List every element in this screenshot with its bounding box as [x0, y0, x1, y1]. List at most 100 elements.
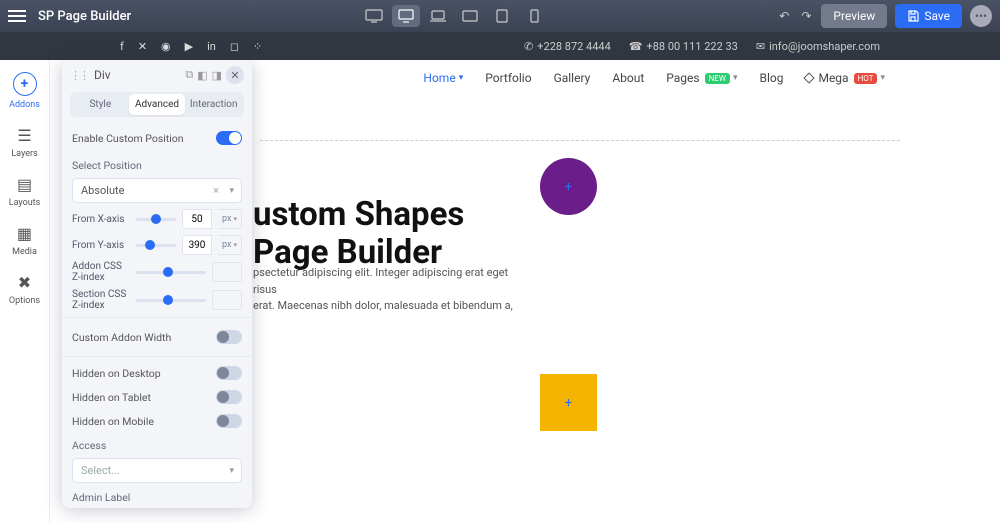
custom-width-toggle[interactable] — [216, 330, 242, 344]
clear-icon[interactable]: × — [213, 184, 219, 197]
section-z-input[interactable] — [212, 290, 242, 310]
device-laptop-icon[interactable] — [424, 5, 452, 27]
layers-icon: ☰ — [17, 126, 31, 145]
facebook-icon[interactable]: f — [120, 40, 124, 53]
section-z-row: Section CSS Z-index — [72, 289, 242, 311]
phone-icon: ✆ — [524, 40, 533, 53]
canvas-heading[interactable]: ustom Shapes Page Builder — [253, 196, 464, 272]
chevron-down-icon: ▾ — [229, 466, 234, 476]
hidden-tablet-toggle[interactable] — [216, 390, 242, 404]
canvas-paragraph[interactable]: psectetur adipiscing elit. Integer adipi… — [253, 265, 513, 315]
dock-left-icon[interactable]: ◧ — [197, 69, 207, 82]
top-bar: SP Page Builder ↶ ↷ Preview Save ••• — [0, 0, 1000, 32]
save-label: Save — [924, 9, 950, 23]
settings-panel: ⋮⋮ Div ⧉ ◧ ◨ ✕ Style Advanced Interactio… — [62, 60, 252, 508]
access-dropdown[interactable]: Select... ▾ — [72, 458, 242, 483]
tab-advanced[interactable]: Advanced — [129, 94, 186, 115]
addon-z-input[interactable] — [212, 262, 242, 282]
phone-1: ✆+228 872 4444 — [524, 40, 611, 53]
panel-title: Div — [94, 68, 185, 82]
addon-z-slider[interactable] — [136, 271, 206, 274]
tab-style[interactable]: Style — [72, 94, 129, 115]
from-x-row: From X-axis px — [72, 209, 242, 229]
plus-circle-icon: + — [13, 72, 37, 96]
nav-pages[interactable]: PagesNEW▾ — [666, 71, 737, 85]
media-icon: ▦ — [17, 224, 32, 243]
twitter-icon[interactable]: ✕ — [138, 40, 147, 53]
device-mobile-icon[interactable] — [520, 5, 548, 27]
chevron-down-icon: ▾ — [229, 186, 234, 196]
menu-icon[interactable] — [8, 10, 26, 22]
nav-blog[interactable]: Blog — [759, 71, 783, 85]
from-y-input[interactable] — [182, 235, 212, 255]
select-position-dropdown[interactable]: Absolute × ▾ — [72, 178, 242, 203]
app-title: SP Page Builder — [38, 9, 131, 24]
email: ✉info@joomshaper.com — [756, 40, 880, 53]
flickr-icon[interactable]: ⁘ — [253, 40, 262, 53]
rail-addons[interactable]: +Addons — [9, 72, 40, 110]
youtube-icon[interactable]: ▶ — [185, 40, 193, 53]
drag-handle-icon[interactable]: ⋮⋮ — [70, 69, 88, 82]
phone-2: ☎+88 00 111 222 33 — [629, 40, 738, 53]
section-z-slider[interactable] — [136, 299, 206, 302]
square-shape-addon[interactable]: + — [540, 374, 597, 431]
from-y-row: From Y-axis px — [72, 235, 242, 255]
info-bar: f ✕ ◉ ▶ in ◻ ⁘ ✆+228 872 4444 ☎+88 00 11… — [0, 32, 1000, 60]
panel-tabs: Style Advanced Interaction — [70, 92, 244, 117]
left-rail: +Addons ☰Layers ▤Layouts ▦Media ✖Options — [0, 60, 50, 523]
instagram-icon[interactable]: ◻ — [230, 40, 239, 53]
user-menu-button[interactable]: ••• — [970, 5, 992, 27]
tab-interaction[interactable]: Interaction — [185, 94, 242, 115]
nav-gallery[interactable]: Gallery — [554, 71, 591, 85]
nav-home[interactable]: Home▾ — [423, 71, 463, 85]
panel-body: Enable Custom Position Select Position A… — [62, 123, 252, 508]
new-badge: NEW — [705, 73, 730, 84]
device-tablet-portrait-icon[interactable] — [488, 5, 516, 27]
from-x-slider[interactable] — [136, 218, 176, 221]
enable-custom-position-row: Enable Custom Position — [72, 123, 242, 153]
nav-about[interactable]: About — [612, 71, 644, 85]
close-icon[interactable]: ✕ — [226, 66, 244, 84]
copy-icon[interactable]: ⧉ — [185, 68, 193, 82]
undo-icon[interactable]: ↶ — [777, 7, 791, 25]
save-icon — [907, 10, 919, 22]
hidden-mobile-toggle[interactable] — [216, 414, 242, 428]
hot-badge: HOT — [854, 73, 878, 84]
from-y-slider[interactable] — [136, 244, 176, 247]
chevron-down-icon: ▾ — [459, 73, 464, 83]
preview-button[interactable]: Preview — [821, 4, 887, 28]
panel-header[interactable]: ⋮⋮ Div ⧉ ◧ ◨ ✕ — [62, 60, 252, 90]
device-tablet-landscape-icon[interactable] — [456, 5, 484, 27]
save-button[interactable]: Save — [895, 4, 962, 28]
device-desktop-wide-icon[interactable] — [360, 5, 388, 27]
from-x-unit[interactable]: px — [218, 209, 242, 229]
linkedin-icon[interactable]: in — [207, 40, 216, 53]
custom-width-row: Custom Addon Width — [72, 322, 242, 352]
social-icons: f ✕ ◉ ▶ in ◻ ⁘ — [120, 40, 262, 53]
rail-options[interactable]: ✖Options — [9, 273, 40, 306]
redo-icon[interactable]: ↷ — [799, 7, 813, 25]
from-x-input[interactable] — [182, 209, 212, 229]
options-icon: ✖ — [18, 273, 31, 292]
rail-layouts[interactable]: ▤Layouts — [9, 175, 41, 208]
canvas-divider — [260, 140, 900, 141]
diamond-icon — [804, 72, 815, 83]
enable-custom-position-toggle[interactable] — [216, 131, 242, 145]
nav-mega[interactable]: MegaHOT▾ — [805, 71, 885, 85]
hidden-mobile-row: Hidden on Mobile — [72, 409, 242, 433]
mail-icon: ✉ — [756, 40, 765, 53]
select-position-label: Select Position — [72, 159, 242, 172]
pinterest-icon[interactable]: ◉ — [161, 40, 171, 53]
rail-media[interactable]: ▦Media — [12, 224, 37, 257]
circle-shape-addon[interactable]: + — [540, 158, 597, 215]
rail-layers[interactable]: ☰Layers — [11, 126, 37, 159]
device-desktop-icon[interactable] — [392, 5, 420, 27]
access-label: Access — [72, 439, 242, 452]
nav-portfolio[interactable]: Portfolio — [485, 71, 531, 85]
dock-right-icon[interactable]: ◨ — [212, 69, 222, 82]
hidden-desktop-toggle[interactable] — [216, 366, 242, 380]
mobile-icon: ☎ — [629, 40, 643, 53]
addon-z-row: Addon CSS Z-index — [72, 261, 242, 283]
chevron-down-icon: ▾ — [880, 73, 885, 83]
from-y-unit[interactable]: px — [218, 235, 242, 255]
